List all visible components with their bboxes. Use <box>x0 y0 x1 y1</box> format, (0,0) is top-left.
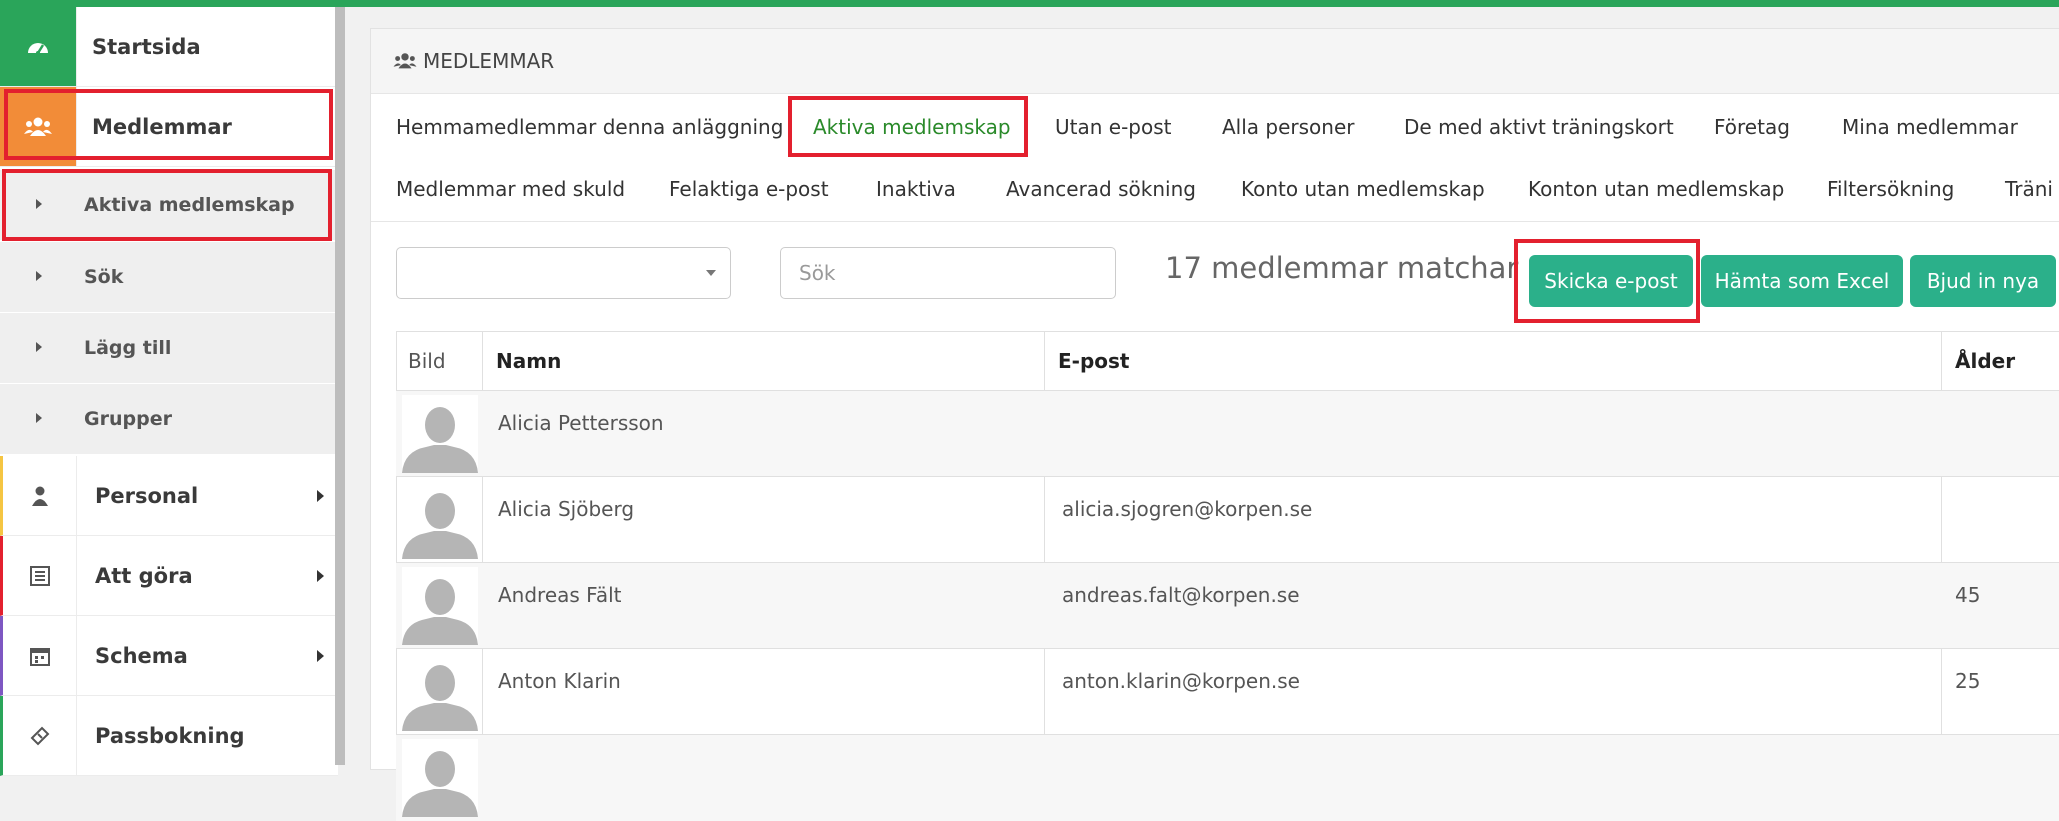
member-name[interactable]: Alicia Pettersson <box>498 411 664 435</box>
sidebar-item-label: Att göra <box>95 563 193 588</box>
sidebar-item-passbokning[interactable]: Passbokning <box>0 696 338 776</box>
member-age: 25 <box>1955 669 1981 693</box>
search-input[interactable] <box>780 247 1116 299</box>
dashboard-icon <box>0 7 77 86</box>
users-icon <box>0 87 77 166</box>
tab-aktivt-traningskort[interactable]: De med aktivt träningskort <box>1404 115 1674 139</box>
sidebar-subitem-label: Sök <box>84 266 124 288</box>
sidebar-item-label: Schema <box>95 643 188 668</box>
tab-inaktiva[interactable]: Inaktiva <box>876 177 956 201</box>
ticket-icon <box>3 696 77 775</box>
member-email: anton.klarin@korpen.se <box>1062 669 1300 693</box>
tab-mina-medlemmar[interactable]: Mina medlemmar <box>1842 115 2018 139</box>
sidebar-subitem-label: Grupper <box>84 408 172 430</box>
column-header-e-post[interactable]: E-post <box>1058 332 1129 390</box>
chevron-right-icon <box>36 413 42 423</box>
page-title: MEDLEMMAR <box>423 49 555 73</box>
chevron-right-icon <box>36 342 42 352</box>
chevron-right-icon <box>36 271 42 281</box>
export-excel-button[interactable]: Hämta som Excel <box>1701 255 1903 307</box>
sidebar-subitem-lagg-till[interactable]: Lägg till <box>0 313 335 383</box>
avatar <box>402 567 478 645</box>
sidebar-subitem-aktiva-medlemskap[interactable]: Aktiva medlemskap <box>0 170 335 240</box>
sidebar-item-att-gora[interactable]: Att göra <box>0 536 338 616</box>
chevron-right-icon <box>36 199 42 209</box>
avatar <box>402 395 478 473</box>
calendar-icon <box>3 616 77 695</box>
member-email: alicia.sjogren@korpen.se <box>1062 497 1313 521</box>
sidebar-item-label: Personal <box>95 483 199 508</box>
members-table: Bild Namn E-post Ålder Alicia Pettersson… <box>396 331 2059 821</box>
send-email-button[interactable]: Skicka e-post <box>1529 255 1693 307</box>
tab-utan-e-post[interactable]: Utan e-post <box>1055 115 1171 139</box>
filter-select[interactable] <box>396 247 731 299</box>
column-header-alder[interactable]: Ålder <box>1955 332 2015 390</box>
sidebar-scrollbar[interactable] <box>335 7 345 765</box>
panel-header: MEDLEMMAR <box>371 29 2059 94</box>
tab-hemmamedlemmar[interactable]: Hemmamedlemmar denna anläggning <box>396 115 783 139</box>
sidebar-subitem-label: Lägg till <box>84 337 172 359</box>
avatar <box>402 481 478 559</box>
member-email: andreas.falt@korpen.se <box>1062 583 1300 607</box>
sidebar-subitem-grupper[interactable]: Grupper <box>0 384 335 454</box>
table-row[interactable]: Anton Klarin anton.klarin@korpen.se 25 <box>396 648 2059 735</box>
chevron-right-icon <box>317 456 324 535</box>
member-name[interactable]: Anton Klarin <box>498 669 621 693</box>
user-icon <box>3 456 77 535</box>
invite-new-button[interactable]: Bjud in nya <box>1910 255 2056 307</box>
sidebar-item-label: Passbokning <box>95 723 245 748</box>
chevron-down-icon <box>706 270 716 276</box>
tab-alla-personer[interactable]: Alla personer <box>1222 115 1355 139</box>
sidebar: Startsida Medlemmar Aktiva medlemskap Sö… <box>0 7 338 776</box>
member-name[interactable]: Alicia Sjöberg <box>498 497 634 521</box>
tab-aktiva-medlemskap[interactable]: Aktiva medlemskap <box>813 115 1011 139</box>
tab-konton-utan-medlemskap[interactable]: Konton utan medlemskap <box>1528 177 1784 201</box>
sidebar-subitem-label: Aktiva medlemskap <box>84 194 295 216</box>
list-icon <box>3 536 77 615</box>
tab-konto-utan-medlemskap[interactable]: Konto utan medlemskap <box>1241 177 1485 201</box>
match-count: 17 medlemmar matchar <box>1165 251 1519 285</box>
sidebar-item-startsida[interactable]: Startsida <box>0 7 335 87</box>
sidebar-item-schema[interactable]: Schema <box>0 616 338 696</box>
avatar <box>402 653 478 731</box>
tabs-divider <box>371 221 2059 222</box>
sidebar-subitem-sok[interactable]: Sök <box>0 242 335 312</box>
members-panel: MEDLEMMAR Hemmamedlemmar denna anläggnin… <box>370 28 2059 821</box>
chevron-right-icon <box>317 536 324 615</box>
table-row[interactable]: Alicia Sjöberg alicia.sjogren@korpen.se <box>396 476 2059 563</box>
tab-traning-truncated[interactable]: Träni <box>2005 177 2053 201</box>
member-age: 45 <box>1955 583 1981 607</box>
sidebar-item-label: Medlemmar <box>92 114 232 139</box>
column-header-bild[interactable]: Bild <box>408 332 446 390</box>
table-row[interactable]: Andreas Fält andreas.falt@korpen.se 45 <box>396 562 2059 649</box>
tab-avancerad-sokning[interactable]: Avancerad sökning <box>1006 177 1196 201</box>
top-accent-bar <box>0 0 2059 7</box>
member-name[interactable]: Andreas Fält <box>498 583 622 607</box>
tab-filtersokning[interactable]: Filtersökning <box>1827 177 1954 201</box>
tab-medlemmar-med-skuld[interactable]: Medlemmar med skuld <box>396 177 625 201</box>
sidebar-item-medlemmar[interactable]: Medlemmar <box>0 87 335 167</box>
table-row[interactable] <box>396 734 2059 821</box>
sidebar-item-personal[interactable]: Personal <box>0 456 338 536</box>
table-row[interactable]: Alicia Pettersson <box>396 390 2059 477</box>
users-icon <box>393 52 417 70</box>
column-header-namn[interactable]: Namn <box>496 332 561 390</box>
sidebar-item-label: Startsida <box>92 34 201 59</box>
avatar <box>402 739 478 817</box>
tab-foretag[interactable]: Företag <box>1714 115 1790 139</box>
tab-felaktiga-e-post[interactable]: Felaktiga e-post <box>669 177 829 201</box>
chevron-right-icon <box>317 616 324 695</box>
